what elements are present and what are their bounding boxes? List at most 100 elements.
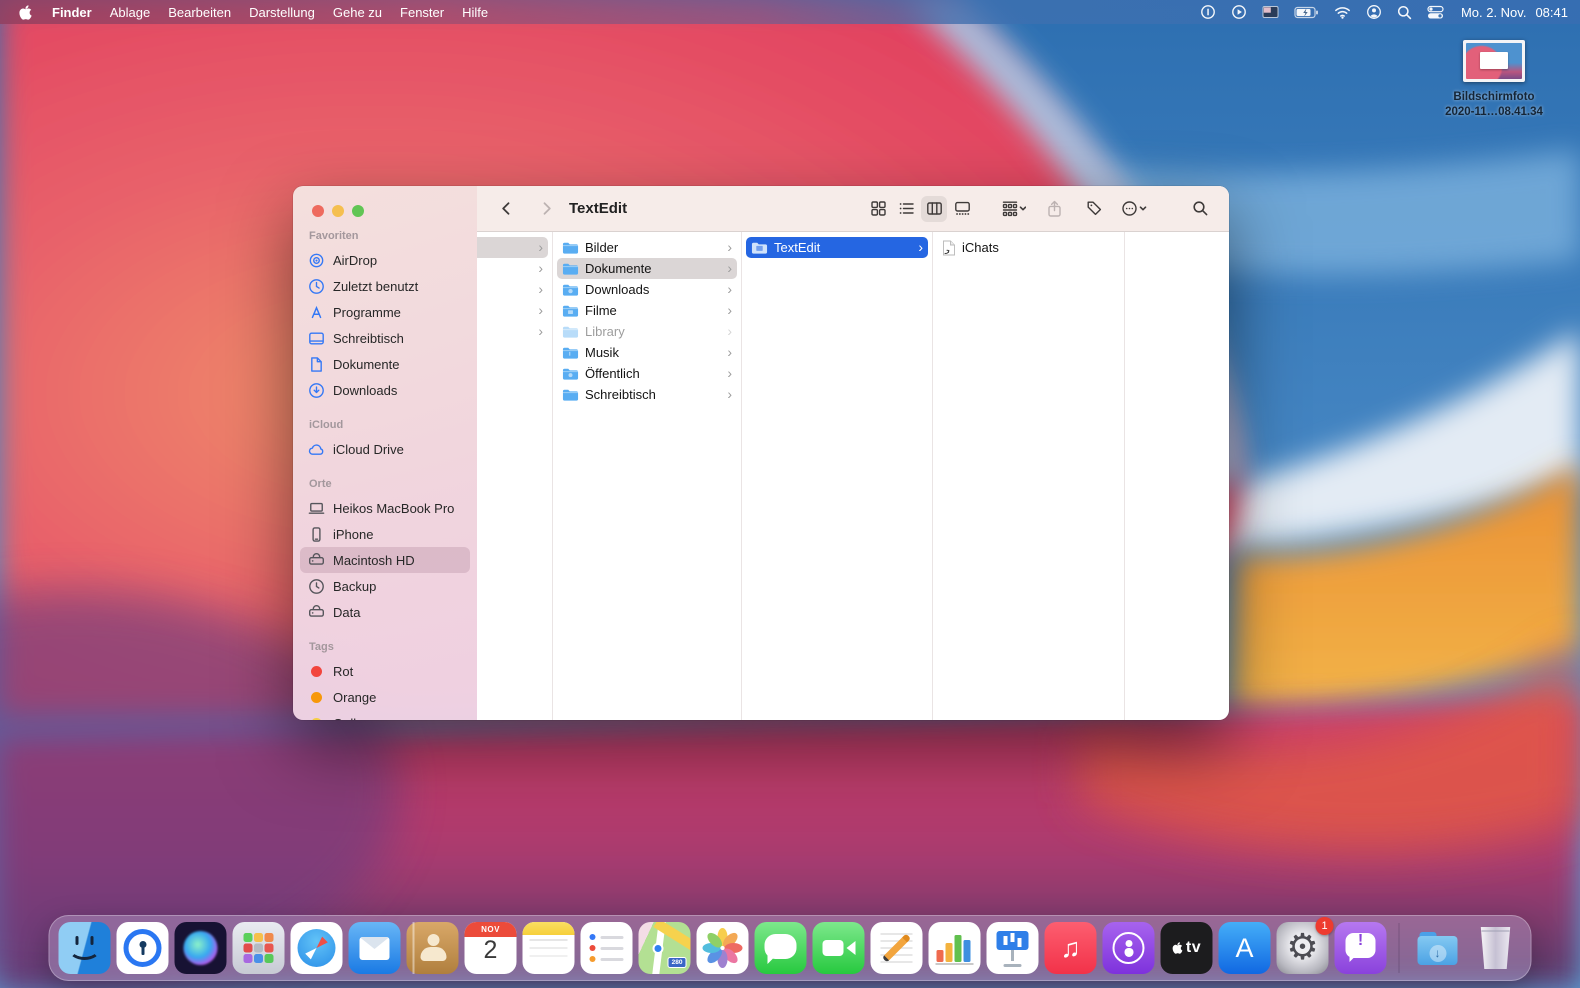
folder-row-dokumente-selected[interactable]: Dokumente› bbox=[557, 258, 737, 279]
sidebar-item-backup[interactable]: Backup bbox=[300, 573, 470, 599]
column-dokumente: TextEdit› bbox=[742, 232, 933, 720]
desktop-screenshot-icon[interactable]: Bildschirmfoto 2020-11…08.41.34 bbox=[1430, 40, 1558, 120]
sidebar-item-tag-orange[interactable]: Orange bbox=[300, 684, 470, 710]
clock-date: Mo. 2. Nov. bbox=[1461, 5, 1527, 20]
parent-row[interactable]: › bbox=[477, 279, 548, 300]
parent-row[interactable]: › bbox=[477, 258, 548, 279]
sidebar-item-zuletzt-benutzt[interactable]: Zuletzt benutzt bbox=[300, 273, 470, 299]
dock-podcasts-icon[interactable] bbox=[1103, 922, 1155, 974]
close-button[interactable] bbox=[312, 205, 324, 217]
menu-fenster[interactable]: Fenster bbox=[391, 5, 453, 20]
sidebar-item-macbook[interactable]: Heikos MacBook Pro bbox=[300, 495, 470, 521]
share-button[interactable] bbox=[1041, 196, 1067, 222]
dock-feedback-assistant-icon[interactable] bbox=[1335, 922, 1387, 974]
group-button[interactable] bbox=[1001, 196, 1027, 222]
document-icon bbox=[308, 356, 325, 373]
dock-downloads-folder-icon[interactable] bbox=[1412, 922, 1464, 974]
dock-app-store-icon[interactable]: A bbox=[1219, 922, 1271, 974]
gallery-view-button[interactable] bbox=[949, 196, 975, 222]
minimize-button[interactable] bbox=[332, 205, 344, 217]
play-icon[interactable] bbox=[1231, 4, 1247, 20]
alias-file-icon bbox=[942, 240, 956, 256]
folder-row-textedit-selected[interactable]: TextEdit› bbox=[746, 237, 928, 258]
sidebar-item-schreibtisch[interactable]: Schreibtisch bbox=[300, 325, 470, 351]
user-icon[interactable] bbox=[1366, 4, 1382, 20]
input-source-icon[interactable] bbox=[1262, 5, 1279, 19]
sidebar-item-data[interactable]: Data bbox=[300, 599, 470, 625]
forward-button[interactable] bbox=[533, 196, 559, 222]
dock-apple-tv-icon[interactable]: tv bbox=[1161, 922, 1213, 974]
column-home: Bilder› Dokumente› Downloads› Filme› bbox=[553, 232, 742, 720]
dock-music-icon[interactable] bbox=[1045, 922, 1097, 974]
spotlight-icon[interactable] bbox=[1397, 5, 1412, 20]
folder-row-musik[interactable]: Musik› bbox=[557, 342, 737, 363]
dock-trash-icon[interactable] bbox=[1470, 922, 1522, 974]
more-button[interactable] bbox=[1121, 196, 1147, 222]
tag-button[interactable] bbox=[1081, 196, 1107, 222]
dock-mail-icon[interactable] bbox=[349, 922, 401, 974]
red-tag-icon bbox=[311, 666, 322, 677]
dock-calendar-icon[interactable]: NOV 2 bbox=[465, 922, 517, 974]
folder-row-downloads[interactable]: Downloads› bbox=[557, 279, 737, 300]
dock-numbers-icon[interactable] bbox=[929, 922, 981, 974]
dock-separator bbox=[1399, 923, 1400, 973]
folder-row-filme[interactable]: Filme› bbox=[557, 300, 737, 321]
menu-bearbeiten[interactable]: Bearbeiten bbox=[159, 5, 240, 20]
parent-row-selected[interactable]: › bbox=[477, 237, 548, 258]
dock-facetime-icon[interactable] bbox=[813, 922, 865, 974]
battery-icon[interactable] bbox=[1294, 6, 1319, 19]
dock-messages-icon[interactable] bbox=[755, 922, 807, 974]
folder-row-library[interactable]: Library› bbox=[557, 321, 737, 342]
sidebar-item-tag-gelb[interactable]: Gelb bbox=[300, 710, 470, 720]
menu-darstellung[interactable]: Darstellung bbox=[240, 5, 324, 20]
clock-time: 08:41 bbox=[1535, 5, 1568, 20]
desktop-icon-label-line1: Bildschirmfoto bbox=[1430, 90, 1558, 105]
sidebar-item-programme[interactable]: Programme bbox=[300, 299, 470, 325]
zoom-button[interactable] bbox=[352, 205, 364, 217]
sidebar-item-airdrop[interactable]: AirDrop bbox=[300, 247, 470, 273]
chevron-right-icon: › bbox=[538, 282, 543, 296]
list-view-button[interactable] bbox=[893, 196, 919, 222]
sidebar-item-tag-rot[interactable]: Rot bbox=[300, 658, 470, 684]
control-center-icon[interactable] bbox=[1427, 5, 1444, 20]
back-button[interactable] bbox=[493, 196, 519, 222]
wifi-icon[interactable] bbox=[1334, 6, 1351, 19]
sidebar-item-dokumente[interactable]: Dokumente bbox=[300, 351, 470, 377]
menu-finder[interactable]: Finder bbox=[43, 5, 101, 20]
folder-row-oeffentlich[interactable]: Öffentlich› bbox=[557, 363, 737, 384]
dock-pages-icon[interactable] bbox=[871, 922, 923, 974]
file-row-ichats[interactable]: iChats bbox=[937, 237, 1120, 258]
dock-launchpad-icon[interactable] bbox=[233, 922, 285, 974]
column-view-button[interactable] bbox=[921, 196, 947, 222]
dock-photos-icon[interactable] bbox=[697, 922, 749, 974]
dock-contacts-icon[interactable] bbox=[407, 922, 459, 974]
sidebar-item-downloads[interactable]: Downloads bbox=[300, 377, 470, 403]
menu-hilfe[interactable]: Hilfe bbox=[453, 5, 497, 20]
folder-icon bbox=[562, 283, 579, 297]
folder-row-schreibtisch[interactable]: Schreibtisch› bbox=[557, 384, 737, 405]
folder-row-bilder[interactable]: Bilder› bbox=[557, 237, 737, 258]
column-browser: › › › › › Bilder› Dokumente› bbox=[477, 232, 1229, 720]
sidebar-item-iphone[interactable]: iPhone bbox=[300, 521, 470, 547]
dock-finder-icon[interactable] bbox=[59, 922, 111, 974]
search-button[interactable] bbox=[1187, 196, 1213, 222]
dock-maps-icon[interactable]: 280 bbox=[639, 922, 691, 974]
chevron-right-icon: › bbox=[727, 366, 732, 380]
dock-notes-icon[interactable] bbox=[523, 922, 575, 974]
icon-view-button[interactable] bbox=[865, 196, 891, 222]
dock-siri-icon[interactable] bbox=[175, 922, 227, 974]
record-icon[interactable] bbox=[1200, 4, 1216, 20]
dock-system-preferences-icon[interactable]: 1 bbox=[1277, 922, 1329, 974]
parent-row[interactable]: › bbox=[477, 321, 548, 342]
parent-row[interactable]: › bbox=[477, 300, 548, 321]
dock-1password-icon[interactable] bbox=[117, 922, 169, 974]
menu-clock[interactable]: Mo. 2. Nov. 08:41 bbox=[1461, 5, 1568, 20]
menu-gehe-zu[interactable]: Gehe zu bbox=[324, 5, 391, 20]
sidebar-item-icloud-drive[interactable]: iCloud Drive bbox=[300, 436, 470, 462]
sidebar-item-macintosh-hd[interactable]: Macintosh HD bbox=[300, 547, 470, 573]
dock-safari-icon[interactable] bbox=[291, 922, 343, 974]
dock-keynote-icon[interactable] bbox=[987, 922, 1039, 974]
menu-ablage[interactable]: Ablage bbox=[101, 5, 159, 20]
dock-reminders-icon[interactable] bbox=[581, 922, 633, 974]
apple-menu-icon[interactable] bbox=[18, 4, 33, 21]
